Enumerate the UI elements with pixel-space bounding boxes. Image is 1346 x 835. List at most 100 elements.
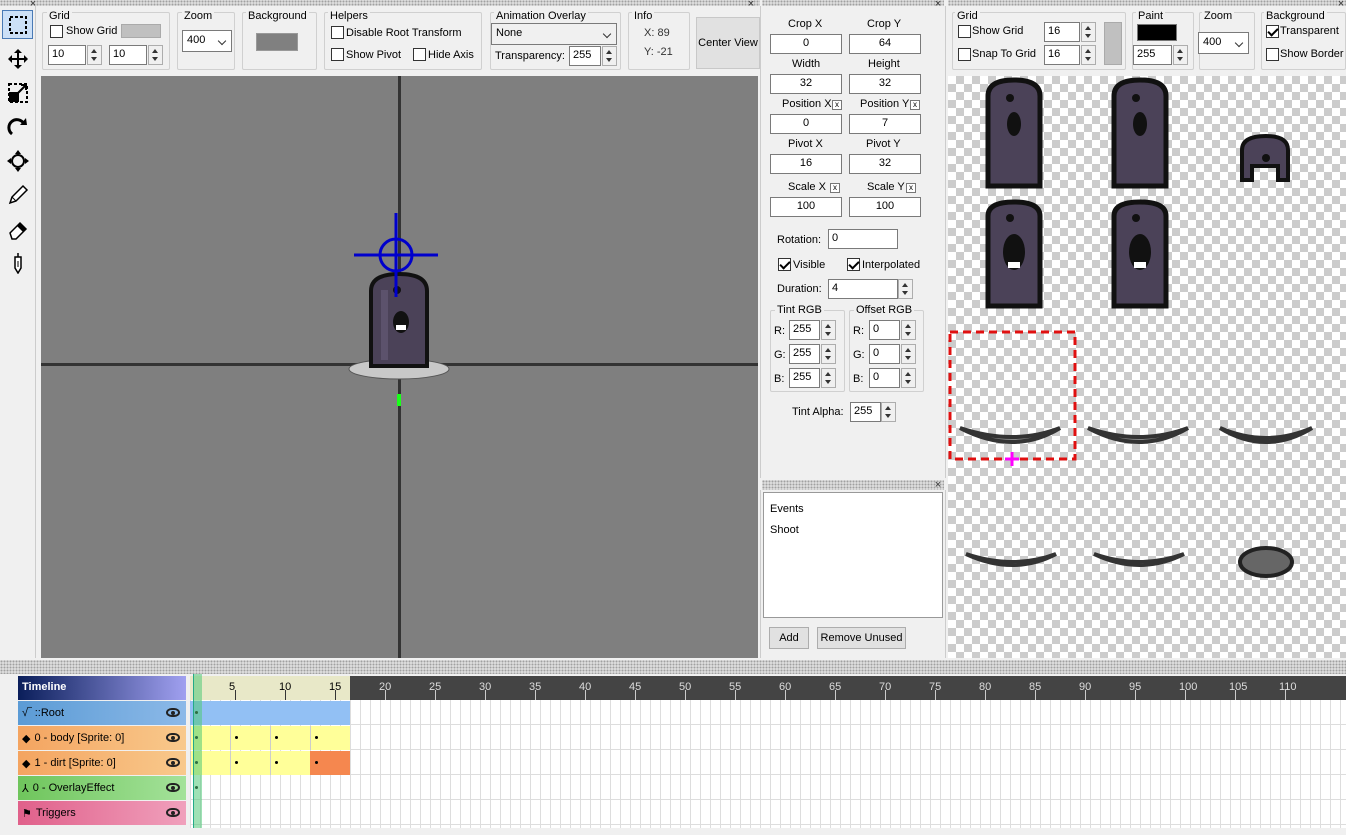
position-x-reset[interactable]: x (832, 100, 842, 110)
crop-x-input[interactable]: 0 (770, 34, 842, 54)
tint-g-input[interactable]: 255 (789, 344, 820, 364)
ruler-tick-label: 110 (1279, 681, 1297, 693)
root-frame-bar[interactable] (190, 701, 350, 725)
sheet-grid-height-input[interactable]: 16 (1044, 45, 1080, 65)
offset-r-input[interactable]: 0 (869, 320, 900, 340)
scale-tool[interactable] (2, 78, 33, 107)
tint-b-input[interactable]: 255 (789, 368, 820, 388)
position-y-reset[interactable]: x (910, 100, 920, 110)
timeline-row-overlay[interactable]: ⅄ 0 - OverlayEffect (18, 776, 186, 800)
tint-r-spinner[interactable] (821, 320, 836, 340)
width-input[interactable]: 32 (770, 74, 842, 94)
timeline-grid[interactable] (190, 700, 1346, 828)
interpolated-checkbox[interactable] (847, 258, 860, 271)
show-pivot-checkbox[interactable] (331, 48, 344, 61)
sheet-grid-width-input[interactable]: 16 (1044, 22, 1080, 42)
events-list-item[interactable]: Events (770, 503, 804, 515)
rotate-tool[interactable] (2, 112, 33, 141)
position-y-input[interactable]: 7 (849, 114, 921, 134)
pivot-y-label: Pivot Y (866, 138, 901, 150)
erase-tool[interactable] (2, 214, 33, 243)
scale-x-input[interactable]: 100 (770, 197, 842, 217)
duration-spinner[interactable] (898, 279, 913, 299)
pivot-crosshair-icon[interactable] (354, 213, 438, 297)
events-grip[interactable] (762, 480, 944, 490)
dirt-frame-bar[interactable] (190, 751, 310, 775)
tint-r-input[interactable]: 255 (789, 320, 820, 340)
transparent-checkbox[interactable] (1266, 25, 1279, 38)
crop-y-input[interactable]: 64 (849, 34, 921, 54)
animation-canvas[interactable] (41, 76, 758, 658)
background-color-swatch[interactable] (256, 33, 298, 51)
grid-width-input[interactable]: 10 (48, 45, 86, 65)
show-border-checkbox[interactable] (1266, 48, 1279, 61)
pivot-x-input[interactable]: 16 (770, 154, 842, 174)
rotation-input[interactable]: 0 (828, 229, 898, 249)
offset-b-spinner[interactable] (901, 368, 916, 388)
pivot-y-input[interactable]: 32 (849, 154, 921, 174)
pivot-tool[interactable] (2, 146, 33, 175)
grid-height-input[interactable]: 10 (109, 45, 147, 65)
scale-y-input[interactable]: 100 (849, 197, 921, 217)
timeline-grip[interactable] (0, 660, 1346, 674)
sheet-grid-width-spinner[interactable] (1081, 22, 1096, 42)
grid-width-spinner[interactable] (87, 45, 102, 65)
show-grid-checkbox[interactable] (50, 25, 63, 38)
crop-tool[interactable] (2, 248, 33, 277)
spritesheet-image[interactable] (948, 76, 1346, 658)
tint-alpha-input[interactable]: 255 (850, 402, 881, 422)
overlay-select[interactable]: None (491, 23, 617, 45)
offset-b-input[interactable]: 0 (869, 368, 900, 388)
move-tool[interactable] (2, 44, 33, 73)
offset-g-spinner[interactable] (901, 344, 916, 364)
scale-y-reset[interactable]: x (906, 183, 916, 193)
offset-g-input[interactable]: 0 (869, 344, 900, 364)
paint-color-swatch[interactable] (1137, 24, 1177, 41)
zoom-select[interactable]: 400 (182, 30, 232, 52)
pivot-x-label: Pivot X (788, 138, 823, 150)
add-event-button[interactable]: Add (769, 627, 809, 649)
snap-to-grid-checkbox[interactable] (958, 48, 971, 61)
timeline-row-triggers[interactable]: ⚑ Triggers (18, 801, 186, 825)
paint-alpha-input[interactable]: 255 (1133, 45, 1172, 65)
transparency-spinner[interactable] (602, 46, 617, 66)
eye-icon[interactable] (166, 758, 180, 767)
playhead[interactable] (193, 674, 202, 828)
sheet-grid-height-spinner[interactable] (1081, 45, 1096, 65)
visible-checkbox[interactable] (778, 258, 791, 271)
hide-axis-checkbox[interactable] (413, 48, 426, 61)
scale-x-reset[interactable]: x (830, 183, 840, 193)
offset-g-label: G: (853, 349, 865, 361)
position-x-input[interactable]: 0 (770, 114, 842, 134)
remove-unused-button[interactable]: Remove Unused (817, 627, 906, 649)
eye-icon[interactable] (166, 808, 180, 817)
body-frame-bar[interactable] (190, 726, 350, 750)
duration-input[interactable]: 4 (828, 279, 898, 299)
tint-b-spinner[interactable] (821, 368, 836, 388)
timeline-row-root[interactable]: √‾ ::Root (18, 701, 186, 725)
sheet-grid-color-swatch[interactable] (1104, 22, 1122, 65)
events-list[interactable]: Events Shoot (763, 492, 943, 618)
draw-tool[interactable] (2, 180, 33, 209)
sheet-show-grid-checkbox[interactable] (958, 25, 971, 38)
disable-root-transform-checkbox[interactable] (331, 26, 344, 39)
eye-icon[interactable] (166, 783, 180, 792)
paint-alpha-spinner[interactable] (1173, 45, 1188, 65)
timeline-ruler[interactable]: 5 10 15 20 25 30 35 40 45 50 55 60 65 70 75 80 85 90 95 100… (190, 676, 1346, 700)
offset-r-spinner[interactable] (901, 320, 916, 340)
timeline-row-dirt[interactable]: ◆ 1 - dirt [Sprite: 0] (18, 751, 186, 775)
sheet-zoom-select[interactable]: 400 (1198, 32, 1249, 54)
tint-alpha-spinner[interactable] (881, 402, 896, 422)
grid-color-swatch[interactable] (121, 24, 161, 38)
tint-g-spinner[interactable] (821, 344, 836, 364)
timeline-row-body[interactable]: ◆ 0 - body [Sprite: 0] (18, 726, 186, 750)
height-input[interactable]: 32 (849, 74, 921, 94)
eye-icon[interactable] (166, 708, 180, 717)
transparency-input[interactable]: 255 (569, 46, 601, 66)
events-list-item[interactable]: Shoot (770, 524, 799, 536)
center-view-button[interactable]: Center View (696, 17, 760, 69)
select-tool[interactable] (2, 10, 33, 39)
eye-icon[interactable] (166, 733, 180, 742)
grid-height-spinner[interactable] (148, 45, 163, 65)
spritesheet-view[interactable] (948, 76, 1346, 658)
